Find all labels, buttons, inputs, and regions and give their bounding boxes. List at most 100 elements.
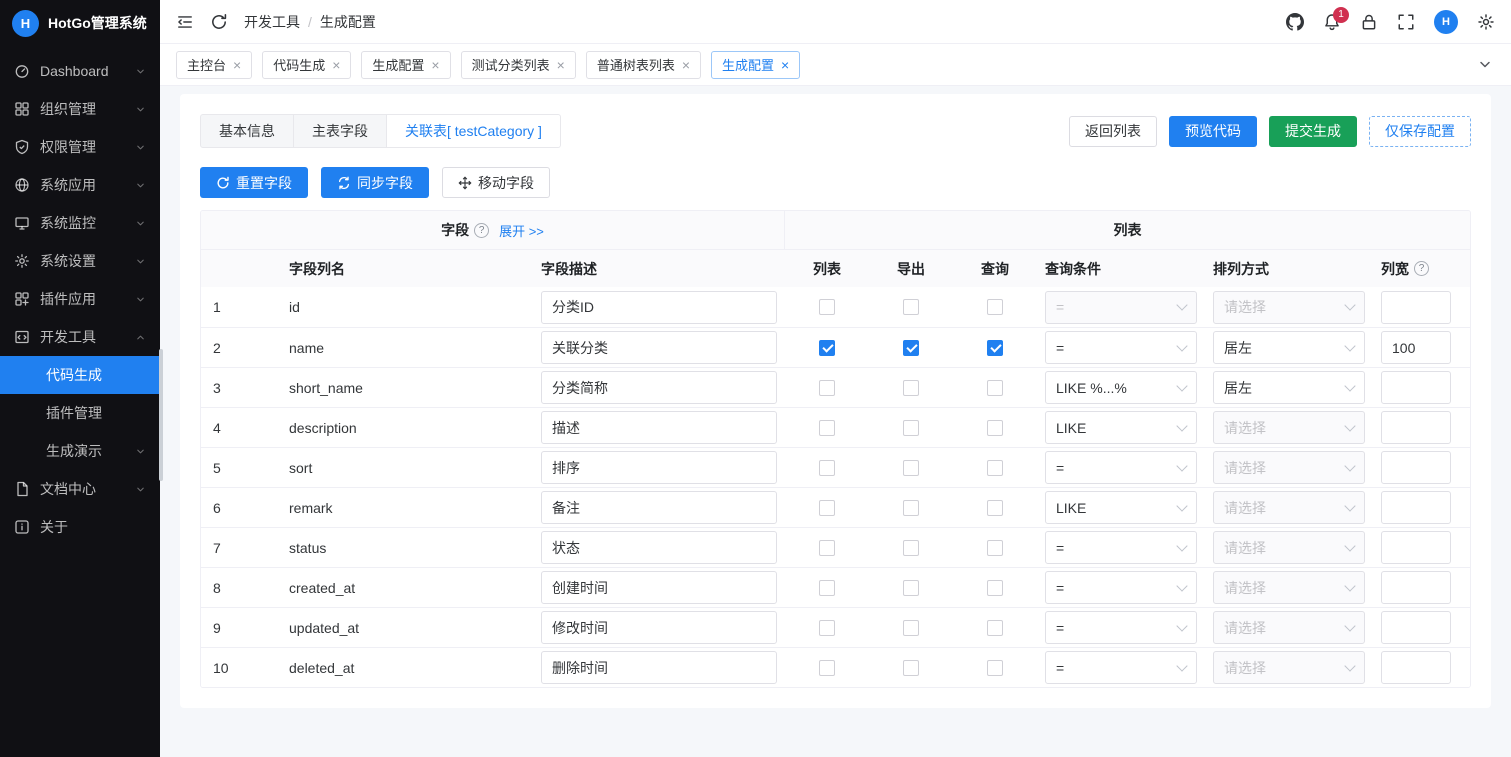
tab-basic-info[interactable]: 基本信息 — [200, 114, 294, 148]
query-checkbox[interactable] — [987, 460, 1003, 476]
query-condition-select[interactable]: = — [1045, 451, 1197, 484]
query-checkbox[interactable] — [987, 580, 1003, 596]
align-select[interactable]: 居左 — [1213, 331, 1365, 364]
preview-code-button[interactable]: 预览代码 — [1169, 116, 1257, 147]
list-checkbox[interactable] — [819, 620, 835, 636]
query-checkbox[interactable] — [987, 299, 1003, 315]
list-checkbox[interactable] — [819, 460, 835, 476]
breadcrumb-section[interactable]: 开发工具 — [244, 12, 300, 32]
export-checkbox[interactable] — [903, 500, 919, 516]
list-checkbox[interactable] — [819, 580, 835, 596]
tab-main-fields[interactable]: 主表字段 — [294, 114, 387, 148]
align-select[interactable]: 请选择 — [1213, 411, 1365, 444]
list-checkbox[interactable] — [819, 540, 835, 556]
align-select[interactable]: 请选择 — [1213, 451, 1365, 484]
sidebar-item-plugin[interactable]: 插件应用 — [0, 280, 160, 318]
align-select[interactable]: 请选择 — [1213, 611, 1365, 644]
export-checkbox[interactable] — [903, 620, 919, 636]
align-select[interactable]: 请选择 — [1213, 651, 1365, 684]
tabbar-tab[interactable]: 代码生成 × — [262, 51, 351, 79]
export-checkbox[interactable] — [903, 420, 919, 436]
tab-related-table[interactable]: 关联表[ testCategory ] — [387, 114, 561, 148]
export-checkbox[interactable] — [903, 299, 919, 315]
query-condition-select[interactable]: = — [1045, 291, 1197, 324]
help-icon[interactable]: ? — [1414, 261, 1429, 276]
export-checkbox[interactable] — [903, 340, 919, 356]
collapse-menu-icon[interactable] — [176, 13, 194, 31]
sidebar-scrollbar[interactable] — [159, 349, 163, 481]
export-checkbox[interactable] — [903, 580, 919, 596]
query-checkbox[interactable] — [987, 340, 1003, 356]
query-condition-select[interactable]: = — [1045, 651, 1197, 684]
query-checkbox[interactable] — [987, 660, 1003, 676]
save-config-button[interactable]: 仅保存配置 — [1369, 116, 1471, 147]
tabbar-tab[interactable]: 生成配置 × — [711, 51, 800, 79]
align-select[interactable]: 居左 — [1213, 371, 1365, 404]
field-desc-input[interactable] — [541, 411, 777, 444]
query-checkbox[interactable] — [987, 380, 1003, 396]
reset-fields-button[interactable]: 重置字段 — [200, 167, 308, 198]
bell-icon[interactable]: 1 — [1323, 13, 1341, 31]
column-width-input[interactable] — [1381, 411, 1451, 444]
sidebar-item-docs[interactable]: 文档中心 — [0, 470, 160, 508]
export-checkbox[interactable] — [903, 380, 919, 396]
fullscreen-icon[interactable] — [1397, 13, 1415, 31]
field-desc-input[interactable] — [541, 531, 777, 564]
column-width-input[interactable] — [1381, 571, 1451, 604]
sidebar-item-settings[interactable]: 系统设置 — [0, 242, 160, 280]
field-desc-input[interactable] — [541, 571, 777, 604]
sidebar-item-organization[interactable]: 组织管理 — [0, 90, 160, 128]
query-condition-select[interactable]: = — [1045, 571, 1197, 604]
field-desc-input[interactable] — [541, 291, 777, 324]
query-checkbox[interactable] — [987, 420, 1003, 436]
avatar[interactable]: H — [1434, 10, 1458, 34]
query-condition-select[interactable]: = — [1045, 531, 1197, 564]
align-select[interactable]: 请选择 — [1213, 531, 1365, 564]
list-checkbox[interactable] — [819, 660, 835, 676]
tabbar-tab[interactable]: 普通树表列表 × — [586, 51, 701, 79]
tabbar-tab[interactable]: 测试分类列表 × — [461, 51, 576, 79]
close-icon[interactable]: × — [431, 58, 439, 72]
export-checkbox[interactable] — [903, 460, 919, 476]
sync-fields-button[interactable]: 同步字段 — [321, 167, 429, 198]
app-logo[interactable]: H HotGo管理系统 — [0, 0, 160, 46]
column-width-input[interactable] — [1381, 531, 1451, 564]
column-width-input[interactable] — [1381, 371, 1451, 404]
sidebar-item-devtools[interactable]: 开发工具 — [0, 318, 160, 356]
sidebar-item-permission[interactable]: 权限管理 — [0, 128, 160, 166]
submit-generate-button[interactable]: 提交生成 — [1269, 116, 1357, 147]
query-condition-select[interactable]: LIKE %...% — [1045, 371, 1197, 404]
column-width-input[interactable] — [1381, 451, 1451, 484]
help-icon[interactable]: ? — [474, 223, 489, 238]
column-width-input[interactable] — [1381, 291, 1451, 324]
sidebar-item-system-app[interactable]: 系统应用 — [0, 166, 160, 204]
query-condition-select[interactable]: = — [1045, 611, 1197, 644]
column-width-input[interactable] — [1381, 491, 1451, 524]
close-icon[interactable]: × — [557, 58, 565, 72]
list-checkbox[interactable] — [819, 340, 835, 356]
sidebar-item-code-generation[interactable]: 代码生成 — [0, 356, 160, 394]
gear-icon[interactable] — [1477, 13, 1495, 31]
column-width-input[interactable] — [1381, 331, 1451, 364]
list-checkbox[interactable] — [819, 380, 835, 396]
tabbar-tab[interactable]: 生成配置 × — [361, 51, 450, 79]
close-icon[interactable]: × — [781, 58, 789, 72]
sidebar-item-generation-demo[interactable]: 生成演示 — [0, 432, 160, 470]
query-condition-select[interactable]: LIKE — [1045, 411, 1197, 444]
move-fields-button[interactable]: 移动字段 — [442, 167, 550, 198]
export-checkbox[interactable] — [903, 660, 919, 676]
chevron-down-icon[interactable] — [1477, 56, 1495, 74]
align-select[interactable]: 请选择 — [1213, 571, 1365, 604]
field-desc-input[interactable] — [541, 491, 777, 524]
query-checkbox[interactable] — [987, 620, 1003, 636]
github-icon[interactable] — [1286, 13, 1304, 31]
close-icon[interactable]: × — [332, 58, 340, 72]
field-desc-input[interactable] — [541, 451, 777, 484]
sidebar-item-about[interactable]: 关于 — [0, 508, 160, 546]
export-checkbox[interactable] — [903, 540, 919, 556]
refresh-icon[interactable] — [210, 13, 228, 31]
sidebar-item-monitor[interactable]: 系统监控 — [0, 204, 160, 242]
tabbar-tab[interactable]: 主控台 × — [176, 51, 252, 79]
expand-link[interactable]: 展开 >> — [499, 221, 544, 240]
query-checkbox[interactable] — [987, 540, 1003, 556]
